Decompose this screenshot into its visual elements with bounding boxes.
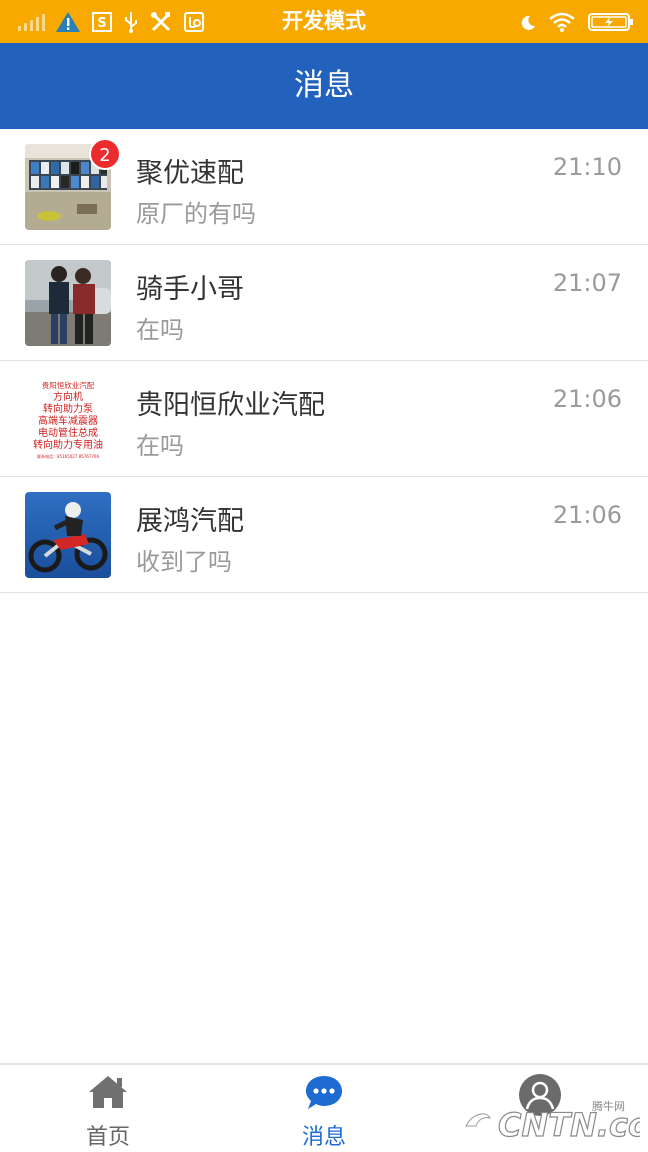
avatar-text: 转向助力泵 <box>43 402 93 415</box>
tab-label: 消息 <box>301 1125 346 1150</box>
last-message: 原厂的有吗 <box>136 200 256 228</box>
contact-name: 贵阳恒欣业汽配 <box>136 390 325 421</box>
page-title-bar: 消息 <box>0 43 648 129</box>
conversation-item[interactable]: 展鸿汽配 收到了吗 21:06 <box>0 477 648 593</box>
avatar <box>25 492 111 578</box>
contact-name: 展鸿汽配 <box>136 506 244 537</box>
message-time: 21:06 <box>552 501 622 529</box>
page-title: 消息 <box>294 68 354 103</box>
message-time: 21:07 <box>552 269 622 297</box>
chat-bubble-icon <box>306 1076 342 1109</box>
avatar-text: 转向助力专用油 <box>33 438 103 451</box>
conversation-item[interactable]: 贵阳恒欣业汽配 方向机 转向助力泵 高端车减震器 电动管住总成 转向助力专用油 … <box>0 361 648 477</box>
home-icon <box>89 1076 127 1108</box>
avatar <box>25 260 111 346</box>
battery-icon <box>588 12 633 31</box>
avatar-text: 高端车减震器 <box>38 414 98 427</box>
last-message: 收到了吗 <box>136 548 232 576</box>
avatar-text: 贵阳恒欣业汽配 <box>42 380 95 390</box>
svg-text:腾牛网: 腾牛网 <box>592 1099 625 1113</box>
avatar-text: 方向机 <box>53 390 83 403</box>
tab-label: 首页 <box>85 1125 130 1150</box>
conversation-item[interactable]: 骑手小哥 在吗 21:07 <box>0 245 648 361</box>
tab-home[interactable]: 首页 <box>0 1065 216 1152</box>
conversation-list: 2 聚优速配 原厂的有吗 21:10 骑手小哥 在吗 21:07 贵阳恒欣业汽配… <box>0 129 648 593</box>
bottom-tab-bar: 首页 消息 CNTN.com 腾牛网 <box>0 1063 648 1152</box>
avatar-text: 联系电话：85165027 85767706 <box>37 453 99 459</box>
unread-badge: 2 <box>89 138 121 170</box>
status-bar: S 开发模式 <box>0 0 648 43</box>
wifi-icon <box>549 12 575 32</box>
contact-name: 骑手小哥 <box>136 274 244 305</box>
avatar-text: 电动管住总成 <box>38 426 98 439</box>
last-message: 在吗 <box>136 432 184 460</box>
message-time: 21:10 <box>552 153 622 181</box>
message-time: 21:06 <box>552 385 622 413</box>
contact-name: 聚优速配 <box>136 158 244 189</box>
watermark-logo: CNTN.com 腾牛网 <box>465 1099 640 1145</box>
avatar: 贵阳恒欣业汽配 方向机 转向助力泵 高端车减震器 电动管住总成 转向助力专用油 … <box>25 376 111 462</box>
last-message: 在吗 <box>136 316 184 344</box>
tab-messages[interactable]: 消息 <box>216 1065 432 1152</box>
moon-icon <box>521 15 535 30</box>
conversation-item[interactable]: 2 聚优速配 原厂的有吗 21:10 <box>0 129 648 245</box>
